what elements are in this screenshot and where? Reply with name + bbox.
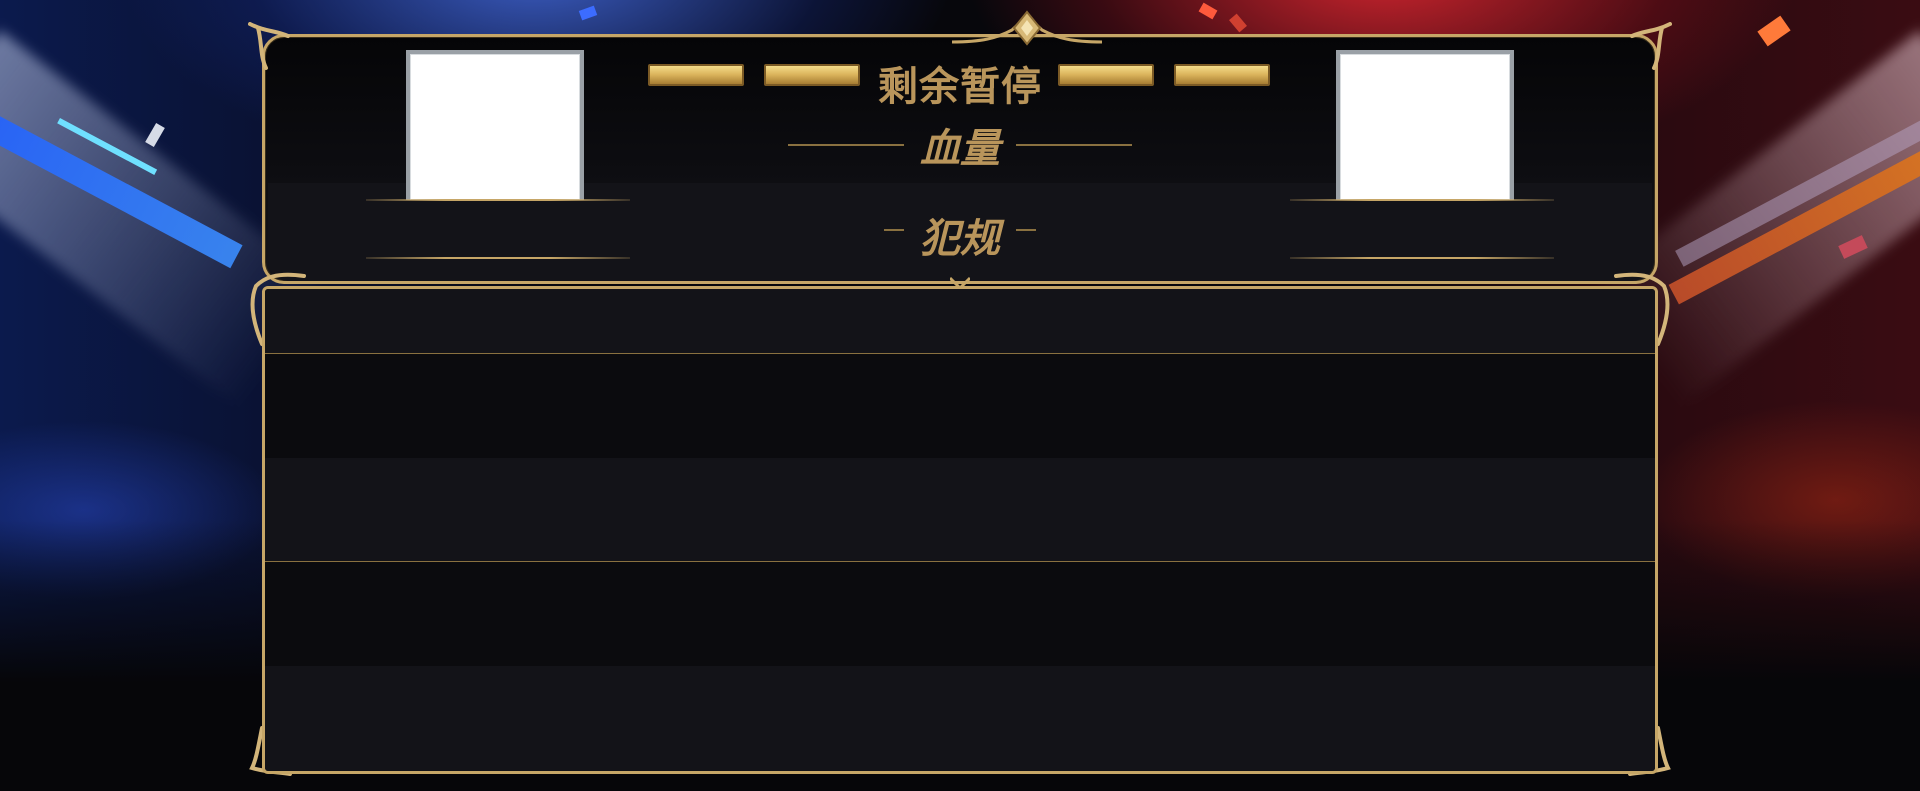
hp-divider-right (1016, 144, 1132, 146)
board-row (265, 458, 1655, 562)
board-row (265, 289, 1655, 353)
scoreboard-bottom-panel (262, 286, 1658, 774)
board-row (265, 354, 1655, 458)
top-diamond-ornament (952, 10, 1102, 46)
right-hp-line (1290, 199, 1554, 201)
foul-divider-right (1016, 229, 1036, 231)
right-pause-indicator-2 (1174, 64, 1270, 86)
left-foul-line (366, 257, 630, 259)
board-row (265, 666, 1655, 771)
foul-label: 犯规 (920, 216, 1000, 262)
left-pause-indicator-1 (648, 64, 744, 86)
left-team-avatar[interactable] (406, 50, 584, 200)
right-foul-line (1290, 257, 1554, 259)
right-pause-indicator-1 (1058, 64, 1154, 86)
corner-ornament-top-left (248, 22, 290, 70)
board-row (265, 562, 1655, 666)
corner-ornament-top-right (1630, 22, 1672, 70)
left-hp-line (366, 199, 630, 201)
scoreboard: 剩余暂停 血量 犯规 (248, 10, 1672, 776)
pause-title: 剩余暂停 (878, 64, 1042, 110)
right-team-avatar[interactable] (1336, 50, 1514, 200)
